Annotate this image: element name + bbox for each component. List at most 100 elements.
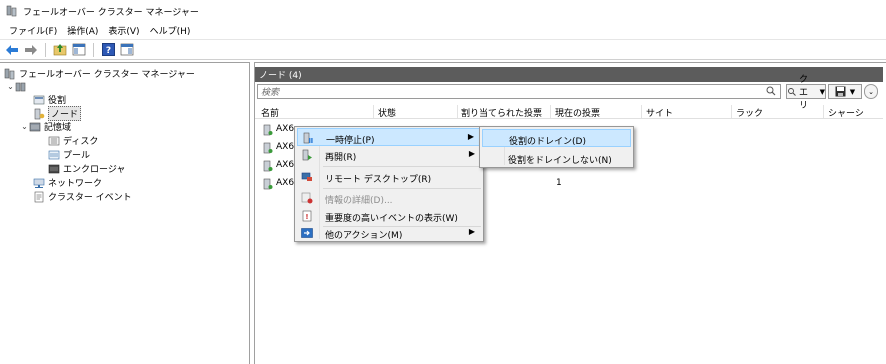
menu-label: 他のアクション(M)	[325, 231, 403, 241]
menu-separator	[323, 166, 481, 167]
menu-label: 役割のドレイン(D)	[509, 137, 586, 147]
tree-label: ネットワーク	[48, 179, 103, 189]
node-name: AX6	[276, 124, 295, 134]
column-current-vote[interactable]: 現在の投票	[555, 106, 600, 119]
menu-item-remote-desktop[interactable]: リモート デスクトップ(R)	[297, 168, 481, 186]
help-icon[interactable]: ?	[100, 42, 116, 58]
submenu-arrow-icon: ▶	[468, 149, 475, 158]
collapse-button[interactable]: ⌄	[864, 84, 878, 99]
save-query-button[interactable]: ▼	[828, 84, 862, 99]
menu-label: 重要度の高いイベントの表示(W)	[325, 214, 458, 224]
query-icon	[787, 87, 797, 97]
collapse-chevron-icon[interactable]: ⌄	[20, 122, 29, 131]
menu-label: 情報の詳細(D)...	[325, 196, 393, 206]
tree-root-cluster-manager[interactable]: フェールオーバー クラスター マネージャー	[4, 67, 195, 80]
column-name[interactable]: 名前	[261, 106, 279, 119]
tree-label: ノード	[48, 106, 82, 121]
table-header: 名前 状態 割り当てられた投票 現在の投票 サイト ラック シャーシ	[255, 103, 883, 119]
forward-arrow-icon[interactable]	[23, 42, 39, 58]
menu-item-more-actions[interactable]: 他のアクション(M) ▶	[297, 224, 481, 242]
tree-label: ディスク	[63, 137, 99, 147]
tree-label: エンクロージャ	[63, 165, 126, 175]
search-input[interactable]: 検索	[257, 84, 781, 99]
toolbar-separator	[93, 42, 94, 57]
show-hide-action-pane-icon[interactable]	[119, 42, 135, 58]
menu-action[interactable]: 操作(A)	[62, 24, 103, 37]
menu-item-pause[interactable]: 一時停止(P) ▶	[297, 128, 481, 146]
node-name: AX6	[276, 178, 295, 188]
node-name: AX6	[276, 160, 295, 170]
tree-item-disks[interactable]: ディスク	[48, 134, 98, 147]
more-actions-icon	[301, 227, 313, 239]
column-site[interactable]: サイト	[646, 106, 673, 119]
column-divider	[457, 105, 458, 118]
tree-item-nodes[interactable]: ノード	[33, 106, 82, 121]
tree-item-networks[interactable]: ネットワーク	[33, 176, 102, 189]
menu-label: リモート デスクトップ(R)	[325, 175, 432, 185]
nodes-icon	[33, 108, 45, 120]
column-rack[interactable]: ラック	[736, 106, 763, 119]
title-bar: フェールオーバー クラスター マネージャー	[0, 0, 886, 22]
cluster-manager-icon	[6, 5, 18, 17]
search-icon[interactable]	[766, 86, 776, 99]
tree-item-storage[interactable]: ⌄ 記憶域	[20, 120, 71, 133]
menu-item-resume[interactable]: 再開(R) ▶	[297, 146, 481, 164]
tree-label: 役割	[48, 96, 67, 106]
column-divider	[823, 105, 824, 118]
menu-label: 一時停止(P)	[326, 136, 375, 146]
tree-item-enclosures[interactable]: エンクロージャ	[48, 162, 125, 175]
menu-label: 役割をドレインしない(N)	[508, 156, 612, 166]
networks-icon	[33, 177, 45, 189]
tree-item-roles[interactable]: 役割	[33, 93, 66, 106]
menu-item-information-details[interactable]: 情報の詳細(D)...	[297, 189, 481, 207]
critical-events-icon: !	[301, 210, 313, 222]
tree-label: フェールオーバー クラスター マネージャー	[19, 70, 195, 80]
menu-help[interactable]: ヘルプ(H)	[145, 24, 196, 37]
tree-item-cluster[interactable]: ⌄	[6, 80, 27, 93]
submenu-arrow-icon: ▶	[468, 227, 475, 236]
tree-item-cluster-events[interactable]: クラスター イベント	[33, 190, 132, 203]
menu-item-show-critical-events[interactable]: ! 重要度の高いイベントの表示(W)	[297, 207, 481, 225]
cluster-manager-icon	[4, 68, 16, 80]
menu-bar: ファイル(F) 操作(A) 表示(V) ヘルプ(H)	[0, 22, 886, 40]
enclosures-icon	[48, 163, 60, 175]
chevron-down-icon: ⌄	[868, 87, 874, 96]
chevron-down-icon: ▼	[819, 87, 825, 96]
toolbar-separator	[45, 42, 46, 57]
query-button[interactable]: クエリ ▼	[786, 75, 826, 111]
storage-icon	[29, 121, 41, 133]
svg-text:!: !	[305, 213, 308, 221]
menu-file[interactable]: ファイル(F)	[4, 24, 62, 37]
menu-item-do-not-drain-roles[interactable]: 役割をドレインしない(N)	[482, 149, 631, 167]
menu-view[interactable]: 表示(V)	[103, 24, 144, 37]
column-divider	[550, 105, 551, 118]
tree-label: プール	[63, 151, 91, 161]
column-state[interactable]: 状態	[378, 106, 396, 119]
column-chassis[interactable]: シャーシ	[828, 106, 864, 119]
navigation-tree: フェールオーバー クラスター マネージャー ⌄ 役割 ノード ⌄ 記憶域 ディス…	[0, 62, 250, 364]
toolbar: ?	[0, 40, 886, 60]
show-hide-tree-icon[interactable]	[71, 42, 87, 58]
up-folder-icon[interactable]	[52, 42, 68, 58]
pause-submenu: 役割のドレイン(D) 役割をドレインしない(N)	[479, 126, 634, 168]
window-title: フェールオーバー クラスター マネージャー	[23, 7, 199, 18]
node-name: AX6	[276, 142, 295, 152]
menu-label: 再開(R)	[325, 153, 357, 163]
node-current-vote: 1	[556, 178, 562, 188]
submenu-arrow-icon: ▶	[467, 132, 474, 141]
column-assigned-vote[interactable]: 割り当てられた投票	[461, 106, 542, 119]
pools-icon	[48, 149, 60, 161]
collapse-chevron-icon[interactable]: ⌄	[6, 82, 15, 91]
svg-text:?: ?	[105, 46, 110, 56]
server-node-icon	[263, 178, 275, 190]
column-divider	[641, 105, 642, 118]
tree-item-pools[interactable]: プール	[48, 148, 90, 161]
menu-item-drain-roles[interactable]: 役割のドレイン(D)	[482, 129, 631, 147]
disks-icon	[48, 135, 60, 147]
cluster-events-icon	[33, 191, 45, 203]
panel-title: ノード (4)	[255, 67, 883, 82]
information-details-icon	[301, 192, 313, 204]
context-menu: 一時停止(P) ▶ 再開(R) ▶ リモート デスクトップ(R) 情報の詳細(D…	[294, 126, 484, 242]
column-divider	[373, 105, 374, 118]
back-arrow-icon[interactable]	[4, 42, 20, 58]
